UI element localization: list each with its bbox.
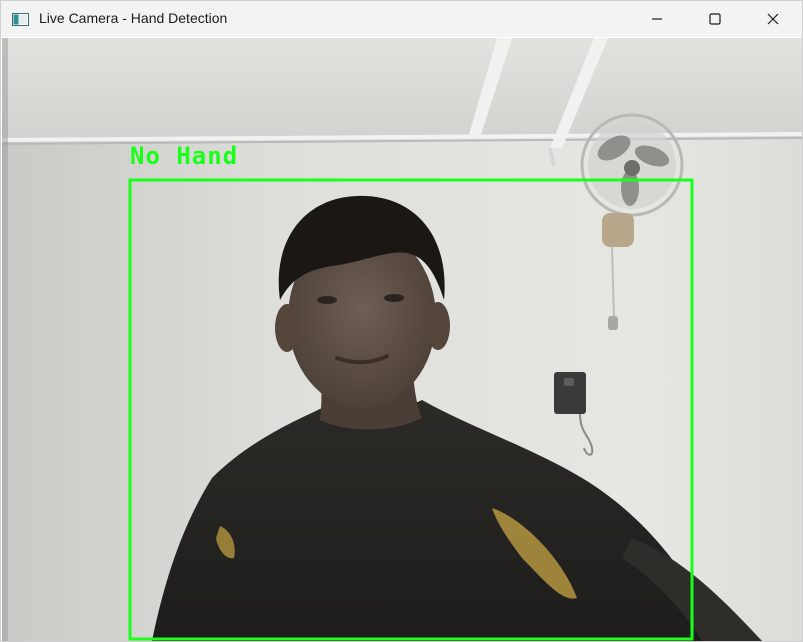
- minimize-icon: [651, 10, 663, 29]
- camera-frame: [2, 38, 802, 641]
- close-icon: [767, 10, 779, 29]
- close-button[interactable]: [744, 1, 802, 37]
- maximize-icon: [709, 10, 721, 29]
- window-title: Live Camera - Hand Detection: [39, 10, 228, 26]
- ceiling: [2, 38, 802, 138]
- detection-label: No Hand: [130, 142, 239, 170]
- camera-feed: No Hand: [2, 38, 802, 641]
- left-edge: [2, 38, 8, 641]
- maximize-button[interactable]: [686, 1, 744, 37]
- app-window-icon: [12, 11, 29, 26]
- minimize-button[interactable]: [628, 1, 686, 37]
- title-bar[interactable]: Live Camera - Hand Detection: [1, 1, 802, 37]
- app-window: Live Camera - Hand Detection No Hand: [0, 0, 803, 642]
